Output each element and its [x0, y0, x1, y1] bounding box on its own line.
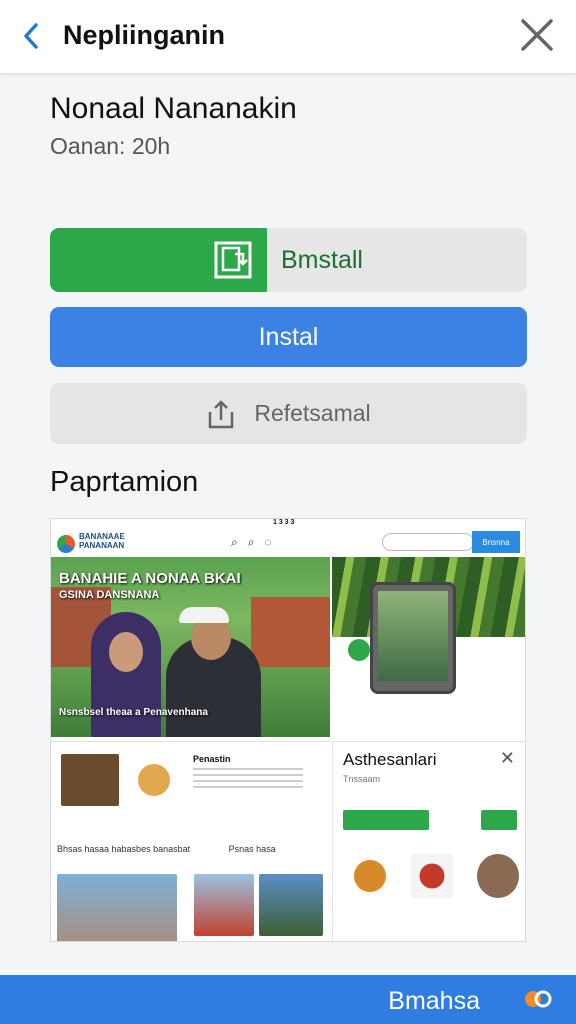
share-icon — [209, 399, 234, 428]
preview-green-button — [481, 810, 517, 830]
preview-status-bar: 1 3 3 3 — [51, 519, 525, 527]
preview-card-title: Penastin — [193, 754, 231, 764]
close-button[interactable] — [518, 16, 556, 54]
preview-header: BANANAAE PANANAAN ⌕⌕◌ — [51, 527, 330, 557]
house-shape — [251, 597, 330, 667]
brand-logo-icon — [525, 990, 552, 1008]
preview-modal-title: Asthesanlari — [343, 750, 437, 769]
preview-blue-button: Bnsnna — [472, 531, 520, 553]
page-title: Nepliinganin — [63, 20, 225, 50]
restore-button[interactable]: Refetsamal — [50, 383, 527, 444]
back-button[interactable] — [16, 18, 46, 54]
close-icon: ✕ — [499, 748, 515, 768]
face-shape — [109, 632, 143, 672]
preview-search-field — [382, 533, 474, 551]
preview-hero-photo: BANAHIE A NONAA BKAI GSINA DANSNANA Nsns… — [51, 557, 330, 737]
top-bar: Nepliinganin — [0, 0, 576, 74]
preview-news-pane: BANANAAE PANANAAN ⌕⌕◌ BANAHIE A NONAA BK… — [51, 527, 330, 739]
install-split-button[interactable]: Bmstall — [50, 228, 527, 292]
preview-status-time: 1 3 3 3 — [273, 519, 295, 526]
preview-card-pane: Penastin Bhsas hasaa habasbes banasbat P… — [51, 741, 330, 941]
preview-headline: BANAHIE A NONAA BKAI GSINA DANSNANA — [59, 571, 299, 603]
instal-button[interactable]: Instal — [50, 307, 527, 367]
preview-modal-pane: Asthesanlari Tnssaam ✕ — [332, 741, 525, 941]
app-screenshot-preview[interactable]: 1 3 3 3 BANANAAE PANANAAN ⌕⌕◌ BANAHIE A … — [50, 518, 526, 942]
preview-green-button — [343, 810, 429, 830]
restore-label: Refetsamal — [254, 400, 371, 426]
close-icon — [521, 19, 553, 51]
preview-badge-icon — [348, 639, 370, 661]
person-shape — [91, 612, 161, 737]
install-app-icon — [214, 241, 252, 279]
preview-row-text: Bhsas hasaa habasbes banasbat Psnas hasa — [57, 844, 276, 854]
thumb-image — [477, 854, 519, 898]
preview-row-left: Bhsas hasaa habasbes banasbat — [57, 844, 191, 854]
chevron-left-icon — [24, 23, 38, 49]
preview-caption: Nsnsbsel theaa a Penavenhana — [59, 707, 208, 718]
thumb-image — [57, 874, 177, 941]
phone-screen — [378, 591, 448, 681]
preview-logo-icon — [57, 535, 75, 553]
preview-row-right: Psnas hasa — [228, 844, 276, 854]
app-meta: Oanan: 20h — [50, 133, 171, 159]
thumb-image — [194, 874, 254, 936]
install-split-label: Bmstall — [281, 245, 363, 274]
preview-brand: BANANAAE PANANAAN — [79, 532, 125, 550]
app-name: Nonaal Nananakin — [50, 92, 297, 125]
bottom-bar[interactable]: Bmahsa — [0, 975, 576, 1024]
cap-shape — [179, 607, 229, 623]
thumb-image — [259, 874, 323, 936]
preview-headline-line1: BANAHIE A NONAA BKAI — [59, 570, 241, 587]
install-split-icon-area — [50, 228, 267, 292]
preview-phone-image — [370, 582, 456, 694]
preview-right-pane: Bnsnna — [332, 527, 525, 739]
thumb-image — [343, 854, 397, 898]
preview-card-lines — [193, 768, 303, 790]
thumb-image — [411, 854, 453, 898]
thumb-image — [61, 754, 119, 806]
preview-modal-sub: Tnssaam — [343, 774, 381, 784]
bottom-bar-label: Bmahsa — [388, 987, 480, 1015]
preview-search-icons: ⌕⌕◌ — [231, 535, 282, 549]
section-title: Paprtamion — [50, 466, 199, 498]
thumb-image — [125, 754, 183, 806]
preview-headline-line2: GSINA DANSNANA — [59, 589, 160, 601]
